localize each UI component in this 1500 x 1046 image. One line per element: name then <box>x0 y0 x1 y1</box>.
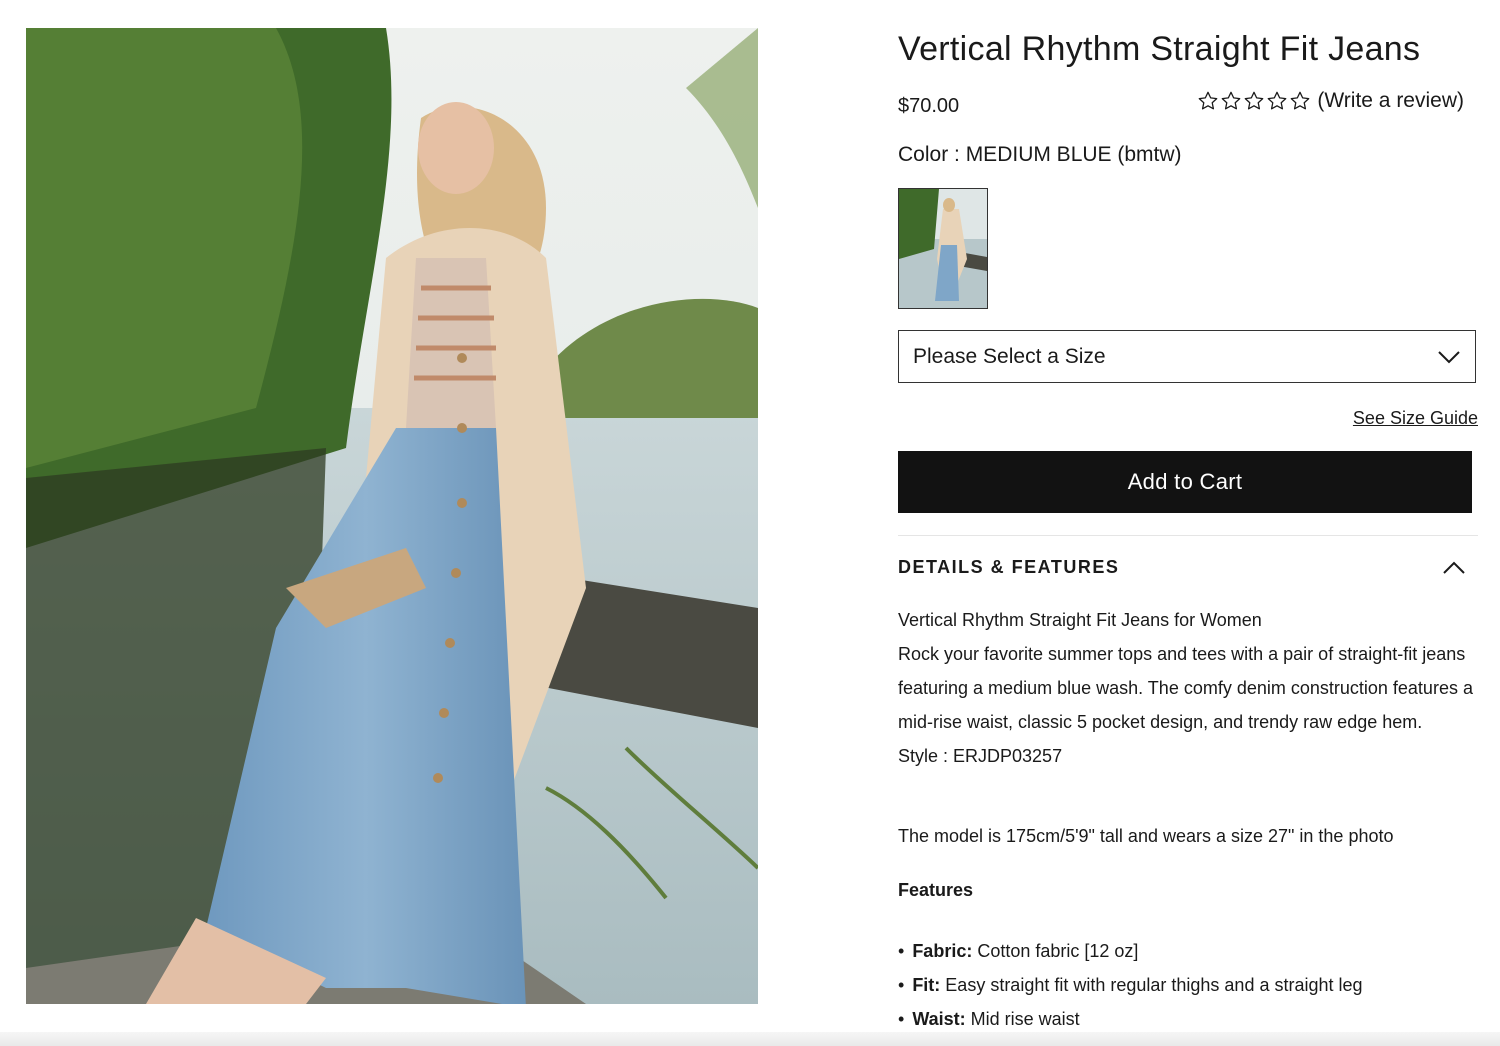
feature-text: Cotton fabric [12 oz] <box>972 941 1139 961</box>
bottom-fade <box>0 1032 1500 1046</box>
star-outline-icon[interactable] <box>1197 90 1219 112</box>
star-outline-icon[interactable] <box>1266 90 1288 112</box>
details-description: Vertical Rhythm Straight Fit Jeans for W… <box>898 603 1478 773</box>
size-select[interactable]: Please Select a Size <box>898 330 1476 383</box>
feature-item: Waist: Mid rise waist <box>898 1002 1363 1036</box>
style-code: Style : ERJDP03257 <box>898 746 1063 766</box>
product-photo-illustration <box>26 28 758 1004</box>
write-review-link[interactable]: (Write a review) <box>1317 89 1464 113</box>
star-outline-icon[interactable] <box>1220 90 1242 112</box>
star-outline-icon[interactable] <box>1289 90 1311 112</box>
section-divider <box>898 535 1478 536</box>
features-list: Fabric: Cotton fabric [12 oz] Fit: Easy … <box>898 934 1363 1036</box>
swatch-photo-illustration <box>899 189 987 308</box>
rating-stars[interactable] <box>1197 90 1311 112</box>
size-guide-link[interactable]: See Size Guide <box>1353 408 1478 429</box>
details-heading: DETAILS & FEATURES <box>898 557 1120 577</box>
color-row: Color : MEDIUM BLUE (bmtw) <box>898 143 1182 167</box>
rating-row: (Write a review) <box>1197 89 1464 113</box>
product-main-photo[interactable] <box>26 28 758 1004</box>
feature-text: Easy straight fit with regular thighs an… <box>940 975 1363 995</box>
product-title: Vertical Rhythm Straight Fit Jeans <box>898 30 1421 68</box>
feature-item: Fabric: Cotton fabric [12 oz] <box>898 934 1363 968</box>
product-price: $70.00 <box>898 95 960 117</box>
feature-label: Fit: <box>912 975 941 995</box>
color-swatch-thumbnail[interactable] <box>898 188 988 309</box>
details-accordion-header[interactable]: DETAILS & FEATURES <box>898 557 1478 578</box>
details-subtitle: Vertical Rhythm Straight Fit Jeans for W… <box>898 610 1262 630</box>
star-outline-icon[interactable] <box>1243 90 1265 112</box>
chevron-up-icon <box>1443 561 1465 574</box>
chevron-down-icon <box>1438 350 1460 363</box>
feature-label: Fabric: <box>912 941 973 961</box>
color-value: MEDIUM BLUE (bmtw) <box>965 143 1182 166</box>
color-label: Color : <box>898 143 966 166</box>
add-to-cart-button[interactable]: Add to Cart <box>898 451 1472 513</box>
feature-item: Fit: Easy straight fit with regular thig… <box>898 968 1363 1002</box>
model-note: The model is 175cm/5'9" tall and wears a… <box>898 826 1394 846</box>
features-heading: Features <box>898 880 974 900</box>
feature-label: Waist: <box>912 1009 966 1029</box>
size-select-placeholder: Please Select a Size <box>913 344 1106 368</box>
details-body: Rock your favorite summer tops and tees … <box>898 644 1473 732</box>
feature-text: Mid rise waist <box>965 1009 1080 1029</box>
